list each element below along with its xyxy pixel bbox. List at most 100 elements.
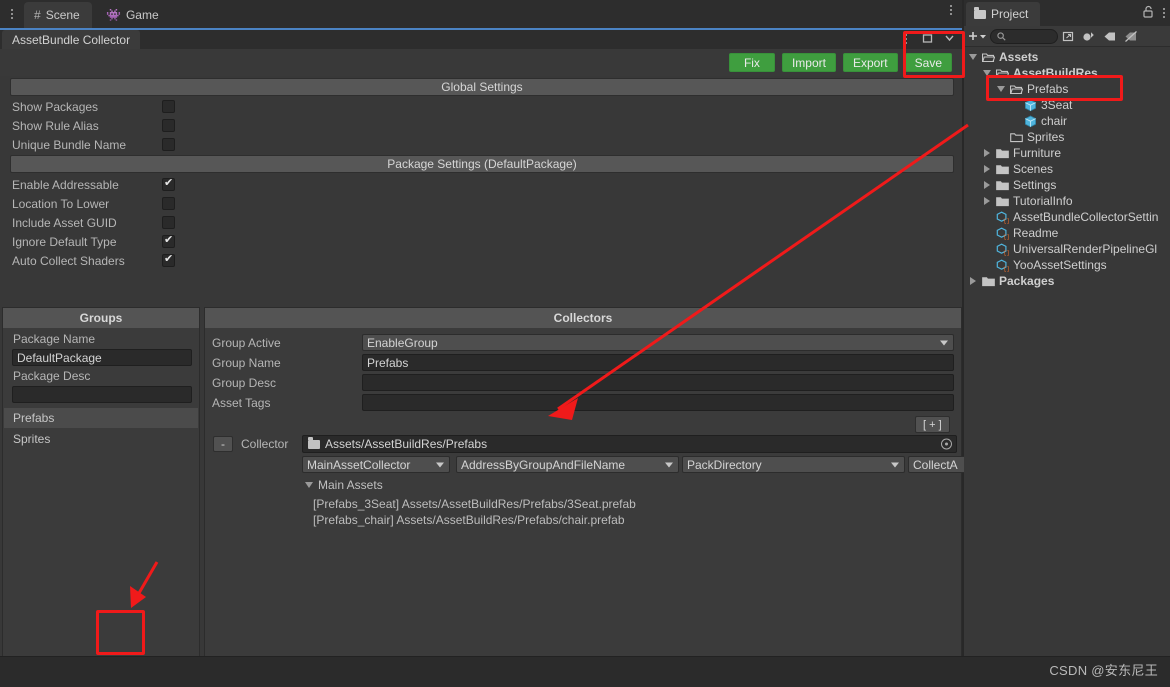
triangle-down-icon[interactable] bbox=[968, 54, 978, 60]
group-list-item-prefabs-label: Prefabs bbox=[13, 411, 55, 425]
project-tree-item-prefabs[interactable]: Prefabs bbox=[964, 81, 1170, 97]
group-active-dropdown[interactable]: EnableGroup bbox=[362, 334, 954, 351]
checkbox-show-rule-alias[interactable] bbox=[162, 119, 175, 132]
package-desc-input[interactable] bbox=[12, 386, 192, 403]
fix-button[interactable]: Fix bbox=[728, 53, 775, 72]
row-show-rule-alias[interactable]: Show Rule Alias bbox=[0, 116, 420, 135]
triangle-right-icon[interactable] bbox=[982, 181, 992, 189]
object-picker-icon[interactable] bbox=[941, 438, 952, 450]
pack-rule-value: PackDirectory bbox=[687, 457, 762, 472]
triangle-down-icon[interactable] bbox=[996, 86, 1006, 92]
row-include-asset-guid[interactable]: Include Asset GUID bbox=[0, 213, 420, 232]
package-name-input[interactable]: DefaultPackage bbox=[12, 349, 192, 366]
chevron-down-icon bbox=[436, 462, 444, 467]
label-collector: Collector bbox=[241, 437, 289, 451]
project-tree-item-yooassetsettings[interactable]: {} YooAssetSettings bbox=[964, 257, 1170, 273]
project-tree-item-assets[interactable]: Assets bbox=[964, 49, 1170, 65]
prefab-cube-icon bbox=[1024, 115, 1037, 128]
triangle-right-icon[interactable] bbox=[982, 165, 992, 173]
status-bar bbox=[0, 656, 1170, 687]
checkbox-location-to-lower[interactable] bbox=[162, 197, 175, 210]
create-asset-button[interactable] bbox=[964, 27, 990, 46]
collector-path-field[interactable]: Assets/AssetBuildRes/Prefabs bbox=[302, 435, 957, 453]
checkbox-include-asset-guid[interactable] bbox=[162, 216, 175, 229]
address-rule-dropdown[interactable]: AddressByGroupAndFileName bbox=[456, 456, 679, 473]
checkbox-show-packages[interactable] bbox=[162, 100, 175, 113]
project-tree-item-label: Furniture bbox=[1013, 146, 1062, 160]
checkbox-unique-bundle-name[interactable] bbox=[162, 138, 175, 151]
tab-assetbundle-collector[interactable]: AssetBundle Collector bbox=[2, 30, 141, 49]
pack-rule-dropdown[interactable]: PackDirectory bbox=[682, 456, 905, 473]
triangle-right-icon[interactable] bbox=[982, 149, 992, 157]
project-tree-item-scenes[interactable]: Scenes bbox=[964, 161, 1170, 177]
project-tree-item-tutorialinfo[interactable]: TutorialInfo bbox=[964, 193, 1170, 209]
tab-project[interactable]: Project bbox=[966, 2, 1041, 26]
project-tree-item-label: Prefabs bbox=[1027, 82, 1069, 96]
collectors-panel-title: Collectors bbox=[205, 308, 961, 328]
asset-list-item: [Prefabs_3Seat] Assets/AssetBuildRes/Pre… bbox=[313, 497, 636, 511]
save-button[interactable]: Save bbox=[904, 53, 952, 72]
row-location-to-lower[interactable]: Location To Lower bbox=[0, 194, 420, 213]
grid-icon: # bbox=[34, 8, 41, 22]
search-input[interactable] bbox=[990, 28, 1058, 44]
panel-menu-icon[interactable] bbox=[4, 4, 20, 24]
scene-panel-kebab[interactable] bbox=[950, 5, 952, 15]
triangle-right-icon[interactable] bbox=[968, 277, 978, 285]
checkbox-ignore-default-type[interactable] bbox=[162, 233, 175, 248]
row-show-packages[interactable]: Show Packages bbox=[0, 97, 420, 116]
filter-by-type-icon[interactable] bbox=[1078, 27, 1099, 46]
abc-window-controls bbox=[899, 32, 956, 45]
lock-open-icon[interactable] bbox=[1143, 5, 1154, 21]
tab-scene[interactable]: # Scene bbox=[24, 2, 92, 28]
scriptable-object-icon: {} bbox=[996, 211, 1009, 224]
project-tree-item-3seat[interactable]: 3Seat bbox=[964, 97, 1170, 113]
row-ignore-default-type[interactable]: Ignore Default Type bbox=[0, 232, 420, 251]
filter-by-label-icon[interactable] bbox=[1099, 27, 1120, 46]
group-name-input[interactable]: Prefabs bbox=[362, 354, 954, 371]
row-unique-bundle-name[interactable]: Unique Bundle Name bbox=[0, 135, 420, 154]
import-button[interactable]: Import bbox=[781, 53, 836, 72]
project-tree-item-assetbundlecollectorsettin[interactable]: {} AssetBundleCollectorSettin bbox=[964, 209, 1170, 225]
chevron-down-icon bbox=[665, 462, 673, 467]
project-kebab-icon[interactable] bbox=[1163, 8, 1165, 18]
project-tree-item-sprites[interactable]: Sprites bbox=[964, 129, 1170, 145]
row-auto-collect-shaders[interactable]: Auto Collect Shaders bbox=[0, 251, 420, 270]
collector-type-value: MainAssetCollector bbox=[307, 457, 411, 472]
scriptable-object-icon: {} bbox=[996, 259, 1009, 272]
asset-list-item: [Prefabs_chair] Assets/AssetBuildRes/Pre… bbox=[313, 513, 625, 527]
project-tree-item-readme[interactable]: {} Readme bbox=[964, 225, 1170, 241]
export-button[interactable]: Export bbox=[842, 53, 898, 72]
group-list-item-prefabs[interactable]: Prefabs bbox=[4, 408, 198, 428]
project-tree-item-settings[interactable]: Settings bbox=[964, 177, 1170, 193]
triangle-right-icon[interactable] bbox=[982, 197, 992, 205]
checkbox-auto-collect-shaders[interactable] bbox=[162, 252, 175, 267]
project-tree-item-furniture[interactable]: Furniture bbox=[964, 145, 1170, 161]
add-collector-button[interactable]: [ + ] bbox=[915, 416, 950, 433]
asset-tags-input[interactable] bbox=[362, 394, 954, 411]
collector-type-dropdown[interactable]: MainAssetCollector bbox=[302, 456, 450, 473]
scriptable-object-icon: {} bbox=[996, 243, 1009, 256]
project-tree-item-label: AssetBundleCollectorSettin bbox=[1013, 210, 1159, 224]
prefab-cube-icon bbox=[1024, 99, 1037, 112]
checkbox-enable-addressable[interactable] bbox=[162, 176, 175, 191]
remove-collector-button[interactable]: - bbox=[213, 436, 233, 452]
label-group-name: Group Name bbox=[212, 356, 281, 370]
project-tree-item-assetbuildres[interactable]: AssetBuildRes bbox=[964, 65, 1170, 81]
open-in-new-icon[interactable] bbox=[1058, 27, 1078, 46]
row-enable-addressable[interactable]: Enable Addressable bbox=[0, 175, 420, 194]
project-tree-item-label: YooAssetSettings bbox=[1013, 258, 1107, 272]
main-assets-foldout[interactable]: Main Assets bbox=[305, 478, 383, 492]
project-tree-item-label: Settings bbox=[1013, 178, 1057, 192]
label-show-rule-alias: Show Rule Alias bbox=[12, 118, 99, 133]
group-list-item-sprites[interactable]: Sprites bbox=[4, 429, 198, 449]
close-icon[interactable] bbox=[943, 32, 956, 45]
project-tree-item-packages[interactable]: Packages bbox=[964, 273, 1170, 289]
triangle-down-icon[interactable] bbox=[982, 70, 992, 76]
project-tree-item-chair[interactable]: chair bbox=[964, 113, 1170, 129]
abc-kebab-icon[interactable] bbox=[899, 32, 912, 45]
tab-game[interactable]: 👾 Game bbox=[96, 2, 171, 28]
maximize-icon[interactable] bbox=[921, 32, 934, 45]
group-desc-input[interactable] bbox=[362, 374, 954, 391]
project-tree-item-universalrenderpipelinegl[interactable]: {} UniversalRenderPipelineGl bbox=[964, 241, 1170, 257]
hidden-packages-icon[interactable] bbox=[1120, 27, 1141, 46]
